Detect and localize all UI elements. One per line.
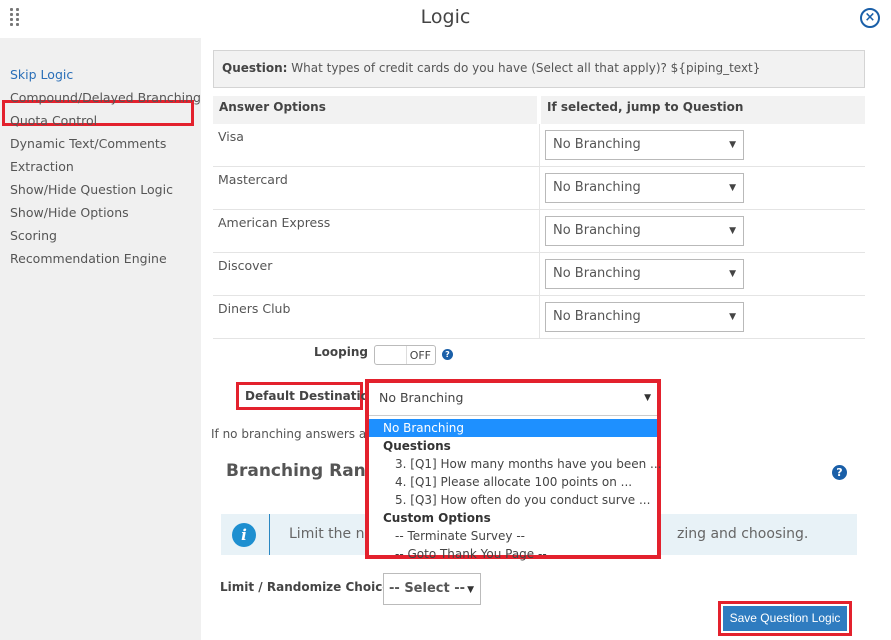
jump-select-value: No Branching xyxy=(553,223,641,238)
default-destination-label: Default Destination xyxy=(236,382,377,410)
jump-select-value: No Branching xyxy=(553,266,641,281)
jump-select[interactable]: No Branching ▼ xyxy=(545,302,744,332)
save-question-logic-button[interactable]: Save Question Logic xyxy=(723,606,847,631)
caret-down-icon: ▼ xyxy=(729,312,736,322)
dropdown-option-question[interactable]: 3. [Q1] How many months have you been ..… xyxy=(369,455,661,473)
caret-down-icon: ▼ xyxy=(729,140,736,150)
jump-select[interactable]: No Branching ▼ xyxy=(545,130,744,160)
caret-down-icon: ▼ xyxy=(729,269,736,279)
looping-label: Looping xyxy=(314,345,368,359)
question-prefix: Question: xyxy=(222,61,288,75)
no-branching-note: If no branching answers are xyxy=(211,427,379,441)
table-row: Discover No Branching ▼ xyxy=(213,253,865,296)
dialog-header: Logic × xyxy=(0,0,891,38)
dropdown-group-questions: Questions xyxy=(383,439,451,453)
caret-down-icon: ▼ xyxy=(729,183,736,193)
looping-toggle[interactable]: OFF xyxy=(374,345,436,365)
info-text-end: zing and choosing. xyxy=(677,526,809,542)
answer-option-label: American Express xyxy=(218,215,331,230)
caret-down-icon: ▼ xyxy=(644,393,651,403)
answer-option-label: Discover xyxy=(218,258,273,273)
sidebar-item-dynamic-text[interactable]: Dynamic Text/Comments xyxy=(10,136,166,151)
main-panel: Question: What types of credit cards do … xyxy=(201,38,891,640)
sidebar-item-scoring[interactable]: Scoring xyxy=(10,228,57,243)
question-box: Question: What types of credit cards do … xyxy=(213,50,865,88)
dropdown-selected-value: No Branching xyxy=(379,390,464,405)
jump-select[interactable]: No Branching ▼ xyxy=(545,216,744,246)
caret-down-icon: ▼ xyxy=(729,226,736,236)
sidebar-item-extraction[interactable]: Extraction xyxy=(10,159,74,174)
column-header-jump-to: If selected, jump to Question xyxy=(541,96,865,124)
jump-select-value: No Branching xyxy=(553,309,641,324)
help-icon[interactable]: ? xyxy=(442,349,453,360)
toggle-knob xyxy=(375,346,407,364)
jump-select[interactable]: No Branching ▼ xyxy=(545,173,744,203)
jump-select[interactable]: No Branching ▼ xyxy=(545,259,744,289)
close-icon[interactable]: × xyxy=(860,8,880,28)
sidebar-item-compound-delayed-branching[interactable]: Compound/Delayed Branching xyxy=(10,90,201,105)
jump-select-value: No Branching xyxy=(553,180,641,195)
sidebar-item-show-hide-options[interactable]: Show/Hide Options xyxy=(10,205,129,220)
dropdown-option-thank-you[interactable]: -- Goto Thank You Page -- xyxy=(369,545,657,563)
table-row: Diners Club No Branching ▼ xyxy=(213,296,865,339)
caret-down-icon: ▼ xyxy=(467,585,474,595)
sidebar-item-recommendation-engine[interactable]: Recommendation Engine xyxy=(10,251,167,266)
info-icon: i xyxy=(232,523,256,547)
table-row: American Express No Branching ▼ xyxy=(213,210,865,253)
dropdown-option-terminate[interactable]: -- Terminate Survey -- xyxy=(369,527,657,545)
question-text: What types of credit cards do you have (… xyxy=(287,61,761,75)
column-header-answer-options: Answer Options xyxy=(213,96,537,124)
sidebar: Skip Logic Compound/Delayed Branching Qu… xyxy=(0,38,201,640)
default-destination-select[interactable]: No Branching ▼ xyxy=(369,383,657,415)
table-row: Visa No Branching ▼ xyxy=(213,124,865,167)
answer-option-label: Visa xyxy=(218,129,244,144)
table-header: Answer Options If selected, jump to Ques… xyxy=(213,96,865,124)
dropdown-option-question[interactable]: 5. [Q3] How often do you conduct surve .… xyxy=(369,491,657,509)
answer-option-label: Mastercard xyxy=(218,172,288,187)
dropdown-option-no-branching[interactable]: No Branching xyxy=(369,419,657,437)
help-icon[interactable]: ? xyxy=(832,465,847,480)
toggle-state: OFF xyxy=(409,349,431,362)
dropdown-options-list: No Branching Questions 3. [Q1] How many … xyxy=(369,415,661,561)
limit-randomize-select[interactable]: -- Select -- ▼ xyxy=(383,573,481,605)
jump-select-value: No Branching xyxy=(553,137,641,152)
answer-option-label: Diners Club xyxy=(218,301,291,316)
table-row: Mastercard No Branching ▼ xyxy=(213,167,865,210)
dropdown-option-question[interactable]: 4. [Q1] Please allocate 100 points on ..… xyxy=(369,473,657,491)
dialog-title: Logic xyxy=(420,6,471,28)
sidebar-item-show-hide-question-logic[interactable]: Show/Hide Question Logic xyxy=(10,182,173,197)
default-destination-dropdown: No Branching ▼ No Branching Questions 3. … xyxy=(365,379,661,561)
info-text-start: Limit the nu xyxy=(289,526,374,542)
limit-select-value: -- Select -- xyxy=(389,581,466,596)
sidebar-item-quota-control[interactable]: Quota Control xyxy=(10,113,97,128)
sidebar-item-skip-logic[interactable]: Skip Logic xyxy=(10,67,73,82)
dropdown-group-custom: Custom Options xyxy=(383,511,491,525)
